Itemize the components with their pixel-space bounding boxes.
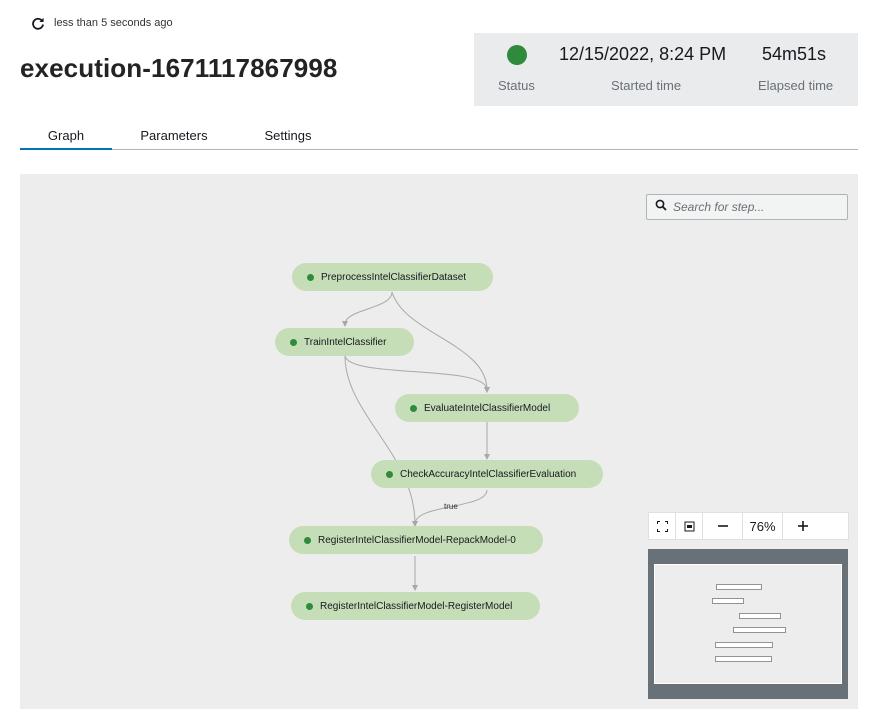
minimap-node [716, 584, 762, 590]
graph-node-evaluate[interactable]: EvaluateIntelClassifierModel [395, 394, 579, 422]
last-refresh-text: less than 5 seconds ago [54, 17, 173, 29]
zoom-in-button[interactable] [783, 513, 823, 539]
minus-icon [717, 525, 728, 527]
node-label: EvaluateIntelClassifierModel [424, 402, 551, 414]
refresh-icon[interactable] [30, 15, 46, 31]
tab-bar: Graph Parameters Settings [20, 122, 858, 150]
tab-settings[interactable]: Settings [242, 122, 334, 150]
zoom-out-button[interactable] [703, 513, 743, 539]
edge-train-evaluate [344, 355, 490, 393]
minimap-viewport[interactable] [654, 564, 842, 684]
node-label: RegisterIntelClassifierModel-RegisterMod… [320, 600, 513, 612]
page-title: execution-1671117867998 [20, 53, 338, 83]
tab-parameters[interactable]: Parameters [128, 122, 220, 150]
execution-stats-panel: Status 12/15/2022, 8:24 PM Started time … [474, 33, 858, 106]
plus-icon [798, 521, 808, 531]
edge-label-true: true [444, 502, 458, 511]
node-status-icon [386, 470, 393, 478]
node-label: CheckAccuracyIntelClassifierEvaluation [400, 468, 577, 480]
graph-canvas[interactable]: true PreprocessIntelClassifierDataset Tr… [20, 174, 858, 709]
zoom-level: 76% [743, 513, 783, 539]
edge-preprocess-train [342, 291, 393, 327]
elapsed-time-label: Elapsed time [758, 78, 834, 93]
minimap-node [739, 613, 781, 619]
elapsed-time-value: 54m51s [762, 44, 827, 64]
center-icon[interactable] [676, 513, 703, 539]
graph-node-train[interactable]: TrainIntelClassifier [275, 328, 414, 356]
graph-node-register[interactable]: RegisterIntelClassifierModel-RegisterMod… [291, 592, 540, 620]
step-search[interactable] [646, 194, 848, 220]
fit-screen-icon[interactable] [649, 513, 676, 539]
node-label: TrainIntelClassifier [304, 336, 387, 348]
graph-node-repack[interactable]: RegisterIntelClassifierModel-RepackModel… [289, 526, 543, 554]
node-status-icon [410, 404, 417, 412]
minimap-node [733, 627, 786, 633]
graph-node-preprocess[interactable]: PreprocessIntelClassifierDataset [292, 263, 493, 291]
minimap-node [715, 642, 773, 648]
search-icon [655, 198, 667, 216]
graph-node-check-accuracy[interactable]: CheckAccuracyIntelClassifierEvaluation [371, 460, 603, 488]
refresh-row: less than 5 seconds ago [30, 14, 173, 32]
node-label: PreprocessIntelClassifierDataset [321, 271, 467, 283]
node-label: RegisterIntelClassifierModel-RepackModel… [318, 534, 516, 546]
graph-minimap[interactable] [648, 549, 848, 699]
started-time-label: Started time [611, 78, 682, 93]
node-status-icon [290, 338, 297, 346]
status-label: Status [498, 78, 535, 93]
minimap-node [712, 598, 744, 604]
status-indicator-icon [507, 45, 527, 65]
node-status-icon [307, 273, 314, 281]
minimap-node [715, 656, 772, 662]
tab-graph[interactable]: Graph [20, 122, 112, 150]
search-input[interactable] [673, 200, 843, 214]
started-time-value: 12/15/2022, 8:24 PM [559, 44, 727, 64]
zoom-controls: 76% [648, 512, 849, 540]
node-status-icon [306, 602, 313, 610]
edge-train-repack [344, 355, 418, 527]
node-status-icon [304, 536, 311, 544]
